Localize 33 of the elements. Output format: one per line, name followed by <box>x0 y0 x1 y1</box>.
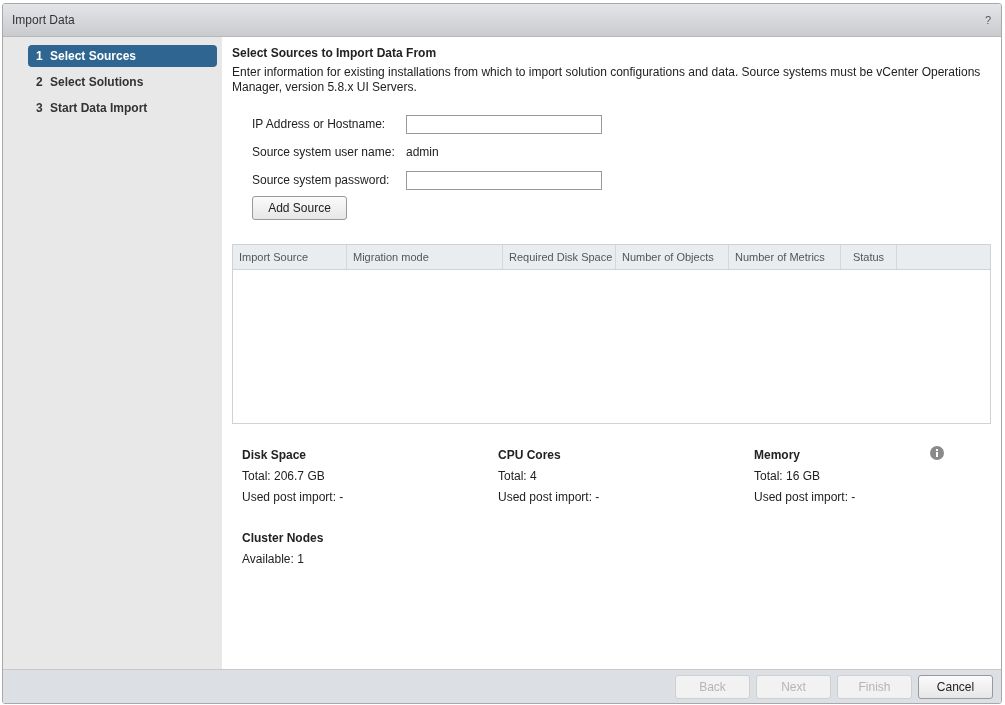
column-header[interactable]: Number of Objects <box>616 245 729 269</box>
stat-line: Available: 1 <box>242 552 305 566</box>
column-header[interactable]: Required Disk Space <box>503 245 616 269</box>
input-field[interactable] <box>406 170 602 190</box>
column-header[interactable]: Import Source <box>233 245 347 269</box>
section-heading: Select Sources to Import Data From <box>232 46 438 60</box>
field-label: Source system password: <box>252 173 391 187</box>
field-value: admin <box>406 145 439 159</box>
stat-line: Total: 16 GB <box>754 469 822 483</box>
help-button[interactable]: ? <box>984 14 991 26</box>
column-header[interactable]: Status <box>841 245 897 269</box>
field-label: IP Address or Hostname: <box>252 117 387 131</box>
input-field[interactable] <box>406 114 602 134</box>
stat-line: Used post import: - <box>242 490 345 504</box>
stat-title: Memory <box>754 448 801 462</box>
window-title: Import Data <box>12 13 75 27</box>
dialog-button[interactable]: Cancel <box>918 674 993 699</box>
column-header[interactable]: Migration mode <box>347 245 503 269</box>
stat-line: Total: 206.7 GB <box>242 469 326 483</box>
stat-line: Used post import: - <box>498 490 601 504</box>
wizard-step[interactable]: 1 Select Sources <box>28 45 217 67</box>
stat-line: Used post import: - <box>754 490 857 504</box>
column-header[interactable]: Number of Metrics <box>729 245 841 269</box>
stat-line: Total: 4 <box>498 469 538 483</box>
field-label: Source system user name: <box>252 145 396 159</box>
stat-title: Cluster Nodes <box>242 531 325 545</box>
stat-title: CPU Cores <box>498 448 562 462</box>
description-text: Enter information for existing installations from which to import solution configurations and data. Source systems must be vCenter Operations Manager, version 5.8.x UI Servers. <box>232 65 982 95</box>
info-icon[interactable] <box>930 446 944 460</box>
stat-title: Disk Space <box>242 448 308 462</box>
wizard-step[interactable]: 3 Start Data Import <box>28 97 217 119</box>
wizard-step[interactable]: 2 Select Solutions <box>28 71 217 93</box>
add-source-button[interactable]: Add Source <box>252 196 347 220</box>
